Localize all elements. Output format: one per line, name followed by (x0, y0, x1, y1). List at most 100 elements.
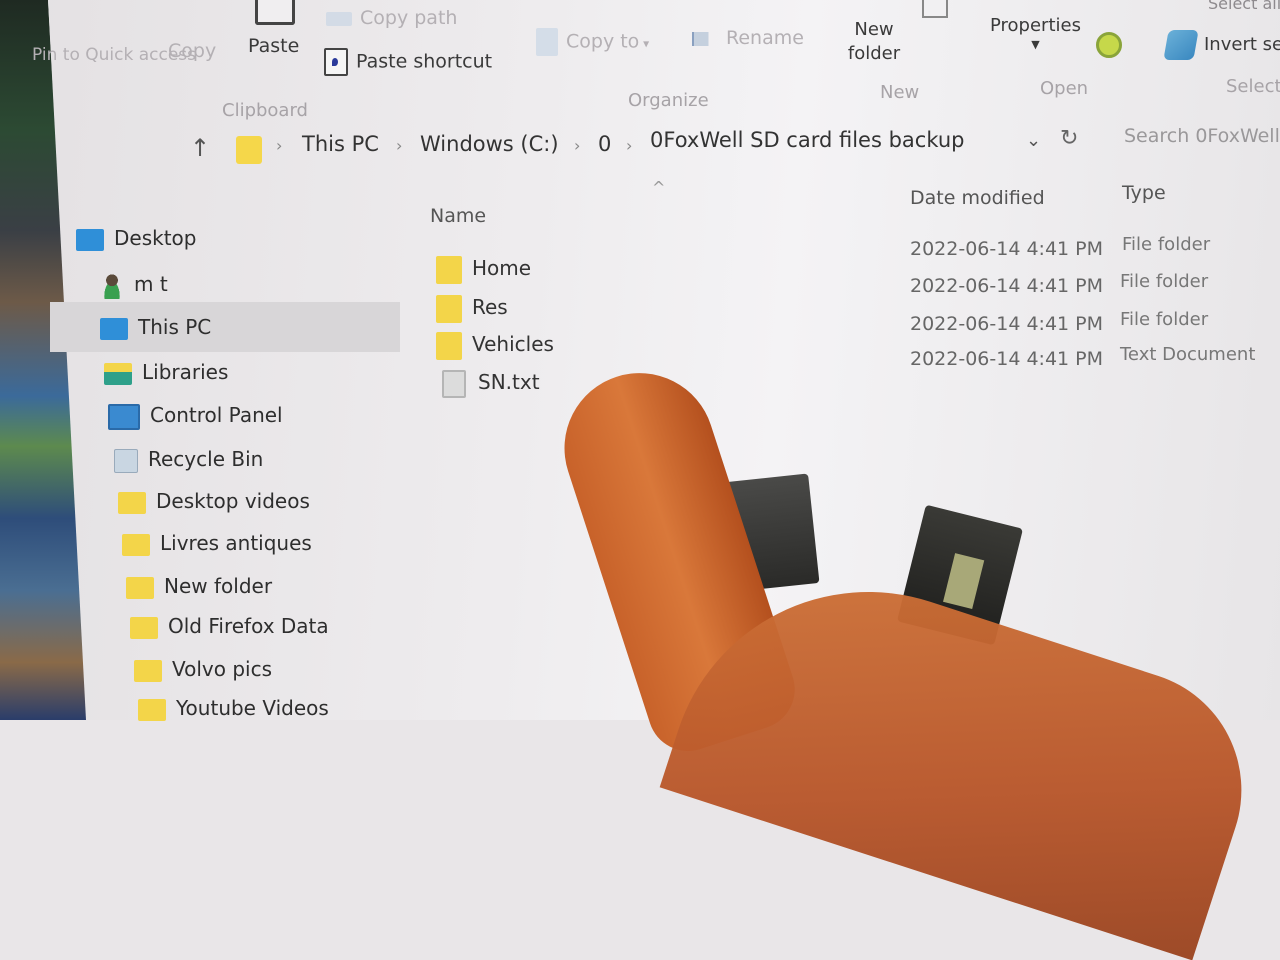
nav-item-youtube-videos[interactable]: Youtube Videos (138, 696, 329, 721)
paste-icon (255, 0, 295, 25)
copy-path-icon (326, 11, 352, 26)
file-name: Res (472, 295, 508, 319)
rename-button[interactable]: Rename (692, 27, 804, 49)
folder-icon (436, 295, 462, 323)
file-type: File folder (1122, 234, 1211, 255)
copy-to-button[interactable]: Copy to ▾ (536, 28, 649, 56)
search-input[interactable]: Search 0FoxWell... (1124, 125, 1280, 147)
nav-item-desktop[interactable]: Desktop (76, 226, 196, 251)
folder-icon (122, 533, 150, 556)
address-bar[interactable]: ↑ › This PC › Windows (C:) › 0 › 0FoxWel… (190, 128, 1090, 164)
folder-icon (236, 136, 262, 164)
properties-dropdown-caret[interactable]: ▼ (990, 38, 1081, 51)
nav-item-label: Old Firefox Data (168, 614, 329, 638)
folder-icon (134, 659, 162, 682)
nav-item-label: Recycle Bin (148, 447, 264, 471)
file-date: 2022-06-14 4:41 PM (910, 238, 1104, 260)
properties-label: Properties (990, 15, 1081, 36)
column-header-date-modified[interactable]: Date modified (910, 187, 1045, 209)
new-folder-button[interactable]: New folder (842, 18, 906, 66)
nav-item-label: Control Panel (150, 403, 283, 427)
nav-item-label: Livres antiques (160, 531, 312, 555)
sort-ascending-icon: ^ (652, 178, 666, 197)
computer-icon (100, 317, 128, 340)
folder-icon (436, 256, 462, 284)
new-group-label: New (880, 82, 920, 103)
folder-icon (126, 576, 154, 599)
nav-item-new-folder[interactable]: New folder (126, 574, 272, 599)
nav-item-libraries[interactable]: Libraries (104, 360, 228, 385)
user-icon (100, 272, 124, 299)
copy-to-icon (536, 28, 558, 56)
paste-shortcut-label: Paste shortcut (356, 50, 493, 73)
paste-shortcut-icon (324, 48, 348, 76)
libraries-icon (104, 362, 132, 385)
nav-item-livres-antiques[interactable]: Livres antiques (122, 531, 312, 556)
nav-item-control-panel[interactable]: Control Panel (108, 403, 283, 430)
invert-selection-icon (1163, 30, 1199, 60)
rename-label: Rename (726, 27, 804, 49)
file-type: File folder (1120, 271, 1209, 292)
nav-item-recycle-bin[interactable]: Recycle Bin (114, 447, 263, 473)
nav-item-label: Desktop (114, 226, 197, 250)
recycle-bin-icon (114, 448, 138, 473)
breadcrumb-windows-c[interactable]: Windows (C:) (420, 132, 559, 156)
new-folder-icon (922, 0, 948, 18)
properties-button[interactable]: Properties ▼ (990, 15, 1081, 51)
file-date: 2022-06-14 4:41 PM (910, 348, 1104, 370)
open-group-label: Open (1040, 78, 1089, 99)
breadcrumb-chevron-icon[interactable]: › (626, 136, 632, 155)
copy-to-label: Copy to (566, 30, 640, 53)
organize-group-label: Organize (628, 90, 709, 111)
breadcrumb-this-pc[interactable]: This PC (302, 132, 379, 156)
text-file-icon (442, 370, 466, 398)
nav-item-label: Libraries (142, 360, 229, 384)
file-name: Vehicles (472, 332, 554, 356)
file-row[interactable]: SN.txt 2022-06-14 4:41 PM Text Document (436, 344, 1256, 402)
invert-selection-label: Invert selection (1204, 34, 1280, 55)
copy-button[interactable]: Copy (168, 40, 216, 62)
paste-shortcut-button[interactable]: Paste shortcut (324, 48, 492, 76)
breadcrumb-chevron-icon[interactable]: › (396, 136, 402, 155)
file-date: 2022-06-14 4:41 PM (910, 313, 1104, 335)
nav-item-desktop-videos[interactable]: Desktop videos (118, 489, 310, 514)
paste-button[interactable]: Paste (248, 35, 299, 57)
column-header-type[interactable]: Type (1122, 182, 1166, 204)
desktop-icon (76, 228, 104, 251)
file-date: 2022-06-14 4:41 PM (910, 275, 1104, 297)
file-name: Home (472, 256, 532, 280)
folder-icon (436, 332, 462, 360)
file-type: Text Document (1120, 344, 1256, 365)
select-group-label: Select (1226, 76, 1280, 97)
nav-item-label: Volvo pics (172, 657, 273, 681)
nav-item-label: This PC (138, 315, 212, 339)
pin-to-quick-access-button[interactable]: Pin to Quick access (32, 42, 196, 68)
nav-item-label: New folder (164, 574, 273, 598)
rename-icon (692, 31, 718, 46)
address-history-chevron-icon[interactable]: ⌄ (1026, 130, 1041, 151)
nav-item-user[interactable]: m t (100, 272, 168, 299)
nav-item-this-pc[interactable]: This PC (100, 315, 211, 340)
file-type: File folder (1120, 309, 1209, 330)
breadcrumb-chevron-icon[interactable]: › (574, 136, 580, 155)
folder-icon (138, 698, 166, 721)
copy-path-label: Copy path (360, 7, 458, 29)
invert-selection-button[interactable]: Invert selection (1163, 30, 1280, 60)
nav-item-label: Desktop videos (156, 489, 310, 513)
breadcrumb-0[interactable]: 0 (598, 132, 611, 156)
control-panel-icon (108, 403, 140, 430)
edit-icon[interactable] (1096, 32, 1122, 58)
clipboard-group-label: Clipboard (222, 100, 308, 121)
up-arrow-icon[interactable]: ↑ (190, 134, 210, 162)
select-all-button[interactable]: Select all (1208, 0, 1280, 13)
column-header-name[interactable]: Name (430, 205, 486, 227)
nav-item-volvo-pics[interactable]: Volvo pics (134, 657, 272, 682)
breadcrumb-current-folder[interactable]: 0FoxWell SD card files backup (650, 128, 964, 152)
nav-item-old-firefox-data[interactable]: Old Firefox Data (130, 614, 329, 639)
breadcrumb-chevron-icon[interactable]: › (276, 136, 282, 155)
folder-icon (118, 491, 146, 514)
nav-item-label: Youtube Videos (176, 696, 329, 720)
copy-path-button[interactable]: Copy path (326, 7, 457, 29)
folder-icon (130, 616, 158, 639)
refresh-icon[interactable]: ↻ (1060, 126, 1078, 151)
